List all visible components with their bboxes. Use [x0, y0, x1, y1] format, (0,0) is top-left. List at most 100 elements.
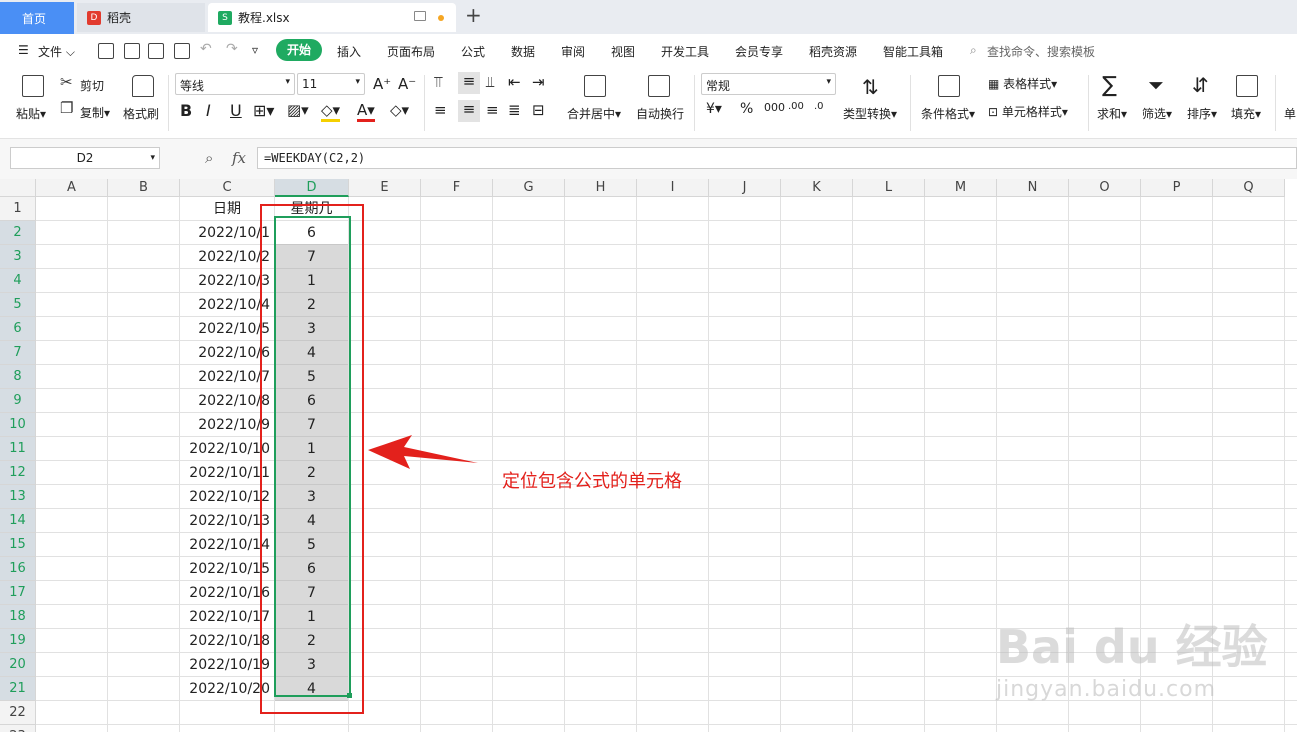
select-all-corner[interactable] [0, 179, 36, 197]
command-search[interactable]: 查找命令、搜索模板 [987, 43, 1095, 60]
hamburger-menu-icon[interactable]: ☰ [18, 43, 29, 57]
row-header[interactable]: 5 [0, 293, 36, 317]
sort-button[interactable]: 排序▾ [1187, 105, 1217, 122]
tab-view[interactable]: 视图 [611, 43, 635, 60]
row-header[interactable]: 1 [0, 197, 36, 221]
row-header[interactable]: 3 [0, 245, 36, 269]
column-header-b[interactable]: B [108, 179, 180, 197]
column-header-a[interactable]: A [36, 179, 108, 197]
bold-icon[interactable]: B [180, 101, 192, 120]
cell-style-button[interactable]: ⊡ 单元格样式▾ [988, 103, 1068, 120]
row-header[interactable]: 23 [0, 725, 36, 732]
row-header[interactable]: 2 [0, 221, 36, 245]
row-header[interactable]: 14 [0, 509, 36, 533]
column-header-l[interactable]: L [853, 179, 925, 197]
new-tab-plus-icon[interactable]: + [465, 3, 482, 27]
column-header-d[interactable]: D [275, 179, 349, 197]
column-header-g[interactable]: G [493, 179, 565, 197]
cell-color-icon[interactable]: ▨▾ [287, 101, 309, 119]
tab-docer[interactable]: D 稻壳 [77, 3, 205, 32]
align-center-icon[interactable]: ≡ [458, 100, 480, 122]
file-menu[interactable]: 文件 ⌵ [38, 43, 75, 60]
format-painter-button[interactable]: 格式刷 [123, 105, 159, 122]
row-header[interactable]: 7 [0, 341, 36, 365]
column-header-f[interactable]: F [421, 179, 493, 197]
fx-icon[interactable]: fx [232, 149, 246, 167]
column-header-i[interactable]: I [637, 179, 709, 197]
tab-docer-resources[interactable]: 稻壳资源 [809, 43, 857, 60]
align-right-icon[interactable]: ≡ [486, 101, 499, 119]
percent-icon[interactable]: % [740, 101, 753, 117]
row-header[interactable]: 6 [0, 317, 36, 341]
font-color-icon[interactable]: A▾ [357, 101, 375, 122]
tab-page-layout[interactable]: 页面布局 [387, 43, 435, 60]
row-header[interactable]: 12 [0, 461, 36, 485]
sum-button[interactable]: 求和▾ [1097, 105, 1127, 122]
formula-input[interactable]: =WEEKDAY(C2,2) [257, 147, 1297, 169]
increase-decimal-icon[interactable]: .00 [788, 101, 804, 112]
align-bottom-icon[interactable]: ⫫ [486, 73, 494, 91]
row-header[interactable]: 17 [0, 581, 36, 605]
row-header[interactable]: 16 [0, 557, 36, 581]
copy-button[interactable]: 复制▾ [80, 104, 110, 121]
row-header[interactable]: 4 [0, 269, 36, 293]
tab-formulas[interactable]: 公式 [461, 43, 485, 60]
row-header[interactable]: 10 [0, 413, 36, 437]
decrease-indent-icon[interactable]: ⇤ [508, 73, 521, 91]
quick-access-dropdown-icon[interactable]: ▿ [252, 43, 258, 57]
paste-button[interactable]: 粘贴▾ [16, 105, 46, 122]
paste-icon[interactable] [22, 75, 44, 97]
tab-file[interactable]: S 教程.xlsx [208, 3, 456, 32]
sheet-grid[interactable]: ABCDEFGHIJKLMNOPQ 1 2 3 4 5 6 7 8 9 10 11 12 13 14 15 1… [0, 179, 1297, 732]
tab-smart-toolbox[interactable]: 智能工具箱 [883, 43, 943, 60]
print-icon[interactable] [148, 43, 164, 59]
save-icon[interactable] [98, 43, 114, 59]
type-convert-button[interactable]: 类型转换▾ [843, 105, 897, 122]
column-header-e[interactable]: E [349, 179, 421, 197]
column-header-p[interactable]: P [1141, 179, 1213, 197]
row-header[interactable]: 13 [0, 485, 36, 509]
decrease-decimal-icon[interactable]: .0 [814, 101, 824, 112]
name-box[interactable]: D2 ▾ [10, 147, 160, 169]
fill-color-icon[interactable]: ◇▾ [321, 101, 341, 122]
justify-icon[interactable]: ≣ [508, 101, 521, 119]
column-header-n[interactable]: N [997, 179, 1069, 197]
column-header-q[interactable]: Q [1213, 179, 1285, 197]
decrease-font-icon[interactable]: A⁻ [398, 75, 416, 93]
undo-icon[interactable]: ↶ [200, 41, 212, 57]
zoom-icon[interactable]: ⌕ [205, 149, 213, 167]
number-format-select[interactable]: 常规 ▾ [701, 73, 836, 95]
print-preview-icon[interactable] [174, 43, 190, 59]
row-header[interactable]: 20 [0, 653, 36, 677]
fill-button[interactable]: 填充▾ [1231, 105, 1261, 122]
row-header[interactable]: 11 [0, 437, 36, 461]
row-header[interactable]: 19 [0, 629, 36, 653]
cut-button[interactable]: 剪切 [80, 77, 104, 94]
currency-icon[interactable]: ¥▾ [706, 101, 722, 117]
conditional-format-button[interactable]: 条件格式▾ [921, 105, 975, 122]
italic-icon[interactable]: I [206, 101, 211, 120]
column-header-o[interactable]: O [1069, 179, 1141, 197]
tab-member[interactable]: 会员专享 [735, 43, 783, 60]
tab-home-ribbon[interactable]: 开始 [276, 39, 322, 61]
export-icon[interactable] [124, 43, 140, 59]
font-size-select[interactable]: 11 ▾ [297, 73, 365, 95]
wrap-text-button[interactable]: 自动换行 [636, 105, 684, 122]
tab-home[interactable]: 首页 [0, 2, 74, 34]
increase-font-icon[interactable]: A⁺ [373, 75, 391, 93]
align-left-icon[interactable]: ≡ [434, 101, 447, 119]
column-header-k[interactable]: K [781, 179, 853, 197]
column-header-m[interactable]: M [925, 179, 997, 197]
clear-icon[interactable]: ◇▾ [390, 101, 409, 119]
thousands-icon[interactable]: 000 [764, 101, 785, 114]
tab-insert[interactable]: 插入 [337, 43, 361, 60]
cell-button-partial[interactable]: 单 [1284, 105, 1296, 122]
row-header[interactable]: 21 [0, 677, 36, 701]
distributed-icon[interactable]: ⊟ [532, 101, 545, 119]
redo-icon[interactable]: ↷ [226, 41, 238, 57]
font-family-select[interactable]: 等线 ▾ [175, 73, 295, 95]
align-middle-icon[interactable]: ≡ [458, 72, 480, 94]
row-header[interactable]: 15 [0, 533, 36, 557]
column-header-j[interactable]: J [709, 179, 781, 197]
borders-icon[interactable]: ⊞▾ [253, 101, 274, 120]
